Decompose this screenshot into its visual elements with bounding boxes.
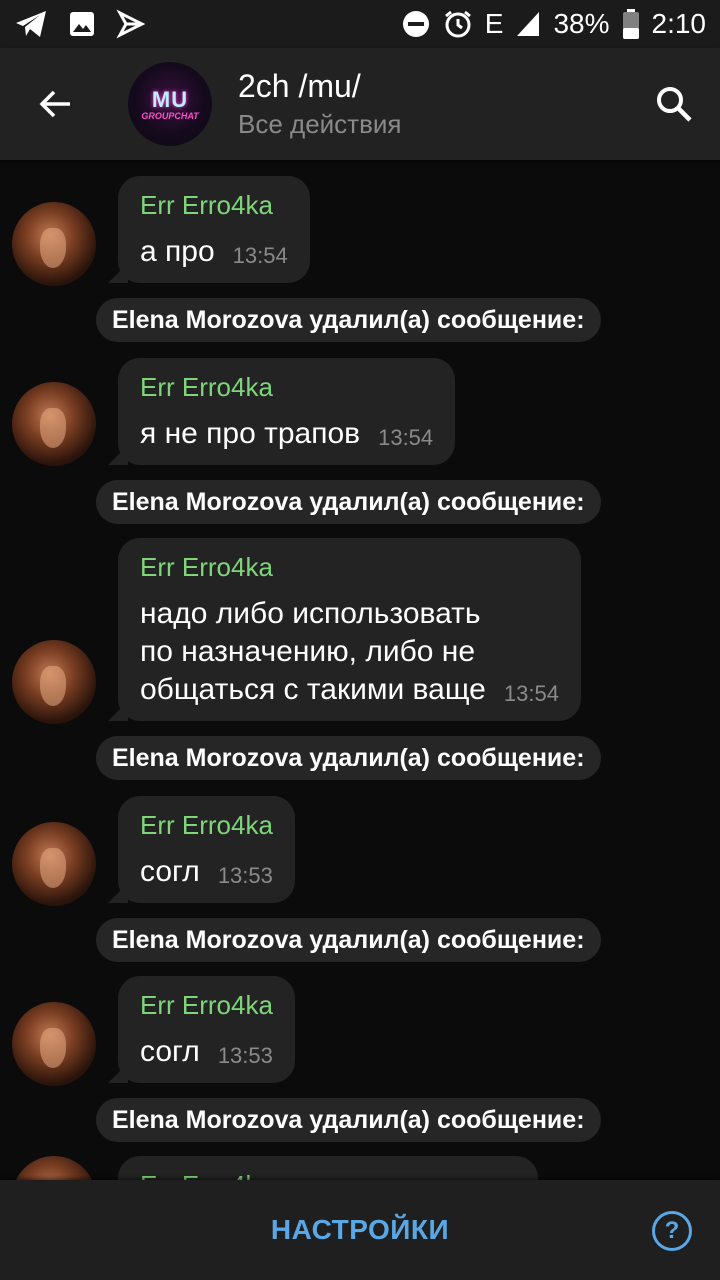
search-icon [657, 87, 692, 122]
battery-icon [622, 9, 640, 39]
sender-name[interactable]: Err Erro4ka [140, 372, 433, 403]
message-time: 13:53 [217, 1043, 273, 1068]
dnd-icon [401, 9, 431, 39]
message-text: надо либо использовать по назначению, ли… [140, 597, 486, 706]
message-bubble[interactable]: Err Erro4ka [118, 1156, 538, 1180]
message-time: 13:54 [503, 681, 559, 706]
chat-subtitle: Все действия [238, 109, 402, 139]
message-time: 13:54 [378, 425, 434, 450]
message-bubble[interactable]: Err Erro4ka а про 13:54 [118, 176, 310, 283]
message-row: Err Erro4ka согл 13:53 [0, 796, 720, 906]
message-row: Err Erro4ka согл 13:53 [0, 976, 720, 1086]
message-row: Err Erro4ka я не про трапов 13:54 [0, 358, 720, 468]
message-row: Err Erro4ka [0, 1156, 720, 1180]
sender-name[interactable]: Err Erro4ka [140, 990, 273, 1021]
message-time: 13:53 [217, 863, 273, 888]
chat-header: MU GROUPCHAT 2ch /mu/ Все действия [0, 48, 720, 160]
telegram-icon [14, 9, 48, 39]
service-message: Elena Morozova удалил(а) сообщение: [96, 1098, 601, 1142]
avatar[interactable] [12, 1156, 96, 1180]
image-icon [68, 10, 96, 38]
avatar[interactable] [12, 382, 96, 466]
avatar-logo-sub: GROUPCHAT [141, 111, 199, 121]
signal-icon [515, 10, 541, 38]
message-bubble[interactable]: Err Erro4ka я не про трапов 13:54 [118, 358, 456, 465]
chat-titles[interactable]: 2ch /mu/ Все действия [238, 68, 402, 140]
message-text: согл [140, 855, 200, 888]
service-message: Elena Morozova удалил(а) сообщение: [96, 918, 601, 962]
clock: 2:10 [651, 8, 707, 39]
sender-name[interactable]: Err Erro4ka [140, 1170, 516, 1180]
network-type: E [484, 8, 504, 39]
search-button[interactable] [628, 48, 720, 160]
message-text: согл [140, 1035, 200, 1068]
sender-name[interactable]: Err Erro4ka [140, 810, 273, 841]
message-row: Err Erro4ka надо либо использовать по на… [0, 538, 720, 724]
help-icon[interactable]: ? [652, 1211, 692, 1251]
avatar[interactable] [12, 822, 96, 906]
back-button[interactable] [0, 48, 110, 160]
message-time: 13:54 [232, 243, 288, 268]
avatar-logo: MU [151, 87, 189, 112]
vpn-icon [116, 9, 146, 39]
service-message: Elena Morozova удалил(а) сообщение: [96, 480, 601, 524]
status-bar: E 38% 2:10 [0, 0, 720, 48]
message-row: Err Erro4ka а про 13:54 [0, 176, 720, 286]
avatar[interactable] [12, 202, 96, 286]
chat-title: 2ch /mu/ [238, 68, 361, 104]
bottom-bar: НАСТРОЙКИ ? [0, 1180, 720, 1280]
sender-name[interactable]: Err Erro4ka [140, 190, 288, 221]
channel-avatar[interactable]: MU GROUPCHAT [128, 62, 212, 146]
battery-percent: 38% [553, 8, 610, 39]
service-message: Elena Morozova удалил(а) сообщение: [96, 736, 601, 780]
message-bubble[interactable]: Err Erro4ka согл 13:53 [118, 976, 295, 1083]
message-list[interactable]: Err Erro4ka а про 13:54 Elena Morozova у… [0, 160, 720, 1180]
message-bubble[interactable]: Err Erro4ka надо либо использовать по на… [118, 538, 581, 721]
avatar[interactable] [12, 1002, 96, 1086]
arrow-left-icon [39, 90, 70, 118]
message-text: а про [140, 235, 215, 268]
alarm-icon [443, 9, 473, 39]
sender-name[interactable]: Err Erro4ka [140, 552, 559, 583]
settings-button[interactable]: НАСТРОЙКИ [271, 1214, 449, 1246]
message-text: я не про трапов [140, 417, 361, 450]
service-message: Elena Morozova удалил(а) сообщение: [96, 298, 601, 342]
message-bubble[interactable]: Err Erro4ka согл 13:53 [118, 796, 295, 903]
avatar[interactable] [12, 640, 96, 724]
